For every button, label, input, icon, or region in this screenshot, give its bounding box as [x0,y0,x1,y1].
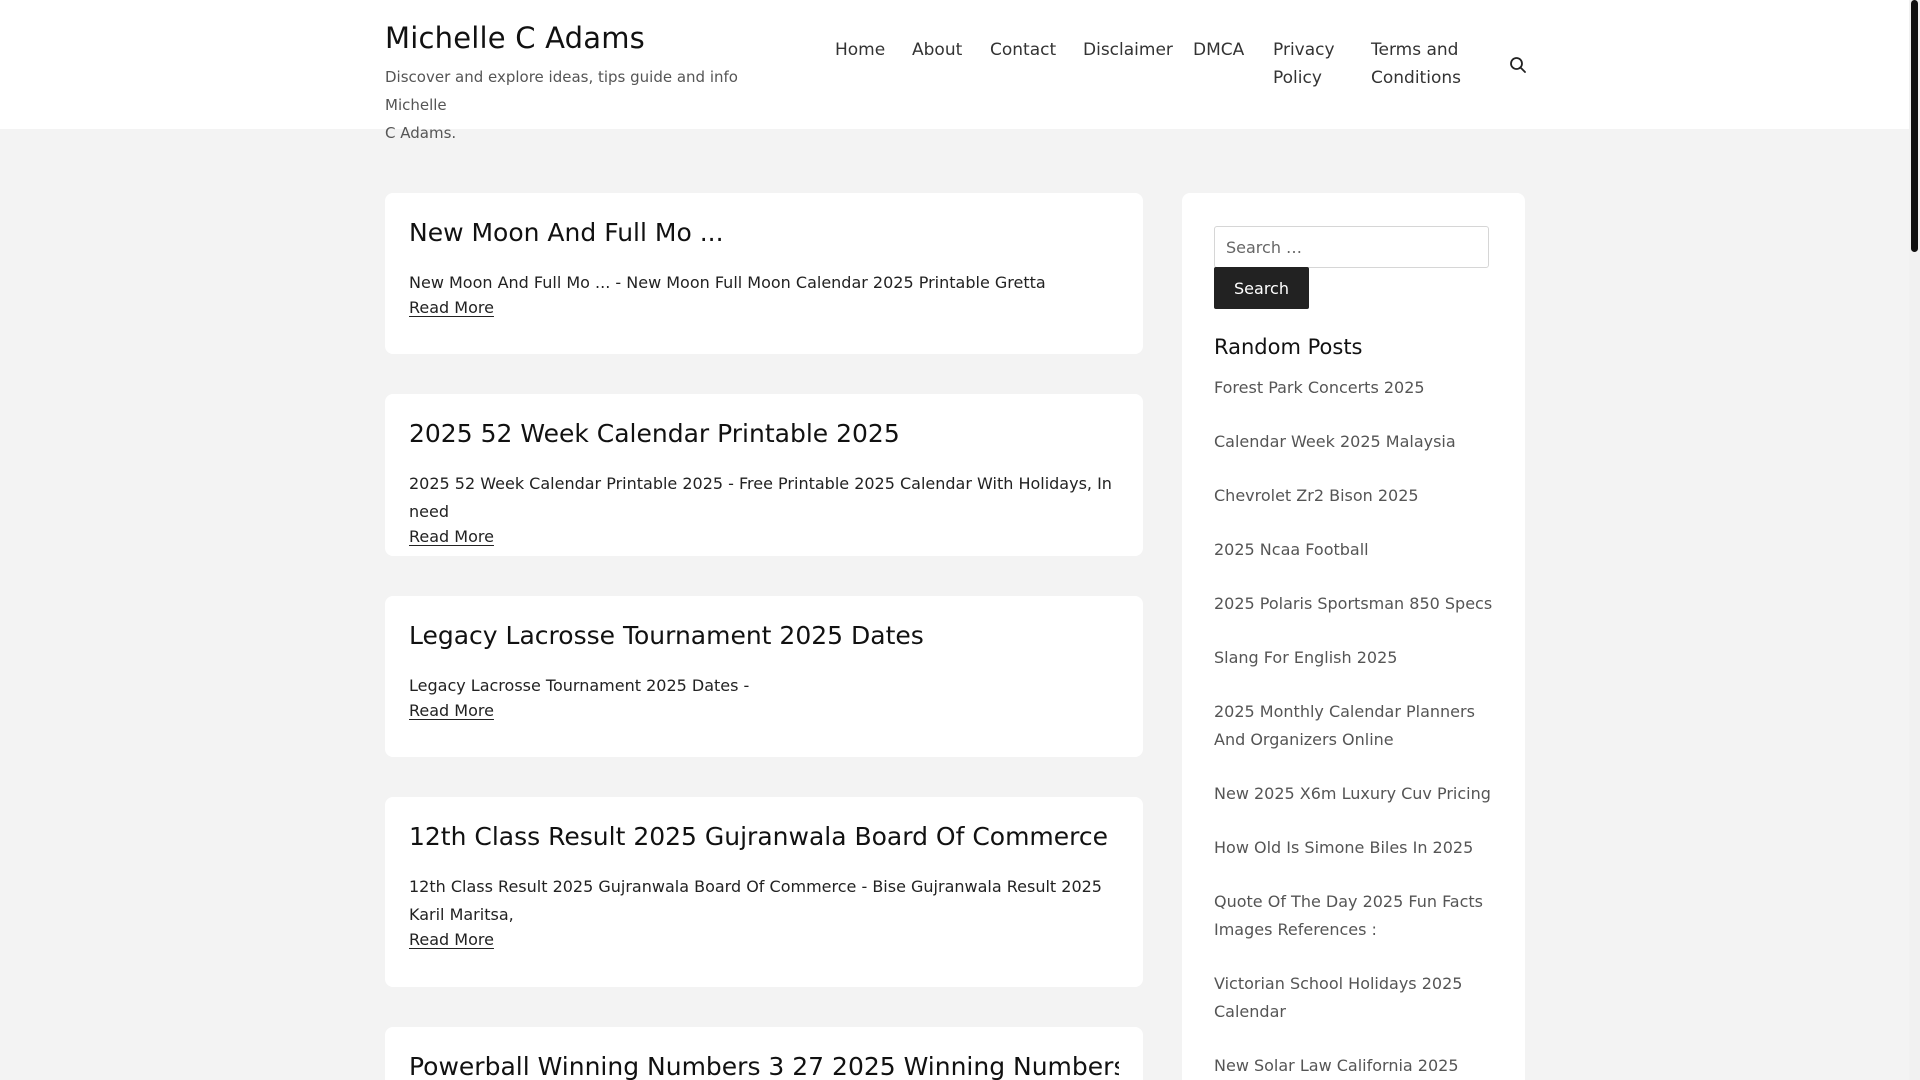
post-title[interactable]: 12th Class Result 2025 Gujranwala Board … [409,819,1119,855]
nav-privacy-policy[interactable]: Privacy Policy [1273,36,1335,92]
site-title[interactable]: Michelle C Adams [385,18,795,58]
nav-privacy-line2: Policy [1273,68,1322,88]
nav-terms-and-conditions[interactable]: Terms and Conditions [1371,36,1461,92]
page: Michelle C Adams Discover and explore id… [0,0,1920,1080]
read-more-link[interactable]: Read More [409,297,494,319]
search-input[interactable] [1214,226,1489,268]
header-search-button[interactable] [1507,54,1529,76]
post-card: Powerball Winning Numbers 3 27 2025 Winn… [385,1027,1143,1080]
read-more-link[interactable]: Read More [409,700,494,722]
random-post-link[interactable]: Victorian School Holidays 2025 Calendar [1214,970,1504,1026]
nav-disclaimer[interactable]: Disclaimer [1083,36,1173,64]
random-posts-heading: Random Posts [1214,335,1363,359]
post-card: 12th Class Result 2025 Gujranwala Board … [385,797,1143,987]
random-post-link[interactable]: Quote Of The Day 2025 Fun Facts Images R… [1214,888,1504,944]
random-post-link[interactable]: How Old Is Simone Biles In 2025 [1214,834,1504,862]
post-title[interactable]: Legacy Lacrosse Tournament 2025 Dates [409,618,1119,654]
post-excerpt: New Moon And Full Mo ... - New Moon Full… [409,273,1046,292]
post-card: 2025 52 Week Calendar Printable 2025 202… [385,394,1143,556]
site-header: Michelle C Adams Discover and explore id… [0,0,1909,142]
site-tagline-line2: C Adams. [385,124,457,142]
post-title[interactable]: New Moon And Full Mo ... [409,215,1119,251]
nav-dmca[interactable]: DMCA [1193,36,1244,64]
random-post-link[interactable]: New 2025 X6m Luxury Cuv Pricing [1214,780,1504,808]
random-post-link[interactable]: New Solar Law California 2025 [1214,1052,1504,1080]
site-tagline-line1: Discover and explore ideas, tips guide a… [385,68,738,114]
nav-terms-line2: Conditions [1371,68,1461,88]
random-posts-list: Forest Park Concerts 2025 Calendar Week … [1214,374,1504,1080]
scrollbar-thumb[interactable] [1911,0,1918,252]
search-submit-button[interactable]: Search [1214,267,1309,309]
post-title[interactable]: Powerball Winning Numbers 3 27 2025 Winn… [409,1049,1119,1080]
site-tagline: Discover and explore ideas, tips guide a… [385,63,795,147]
random-post-link[interactable]: 2025 Polaris Sportsman 850 Specs [1214,590,1504,618]
post-title[interactable]: 2025 52 Week Calendar Printable 2025 [409,416,1119,452]
nav-terms-line1: Terms and [1371,40,1459,60]
sidebar: Search Random Posts Forest Park Concerts… [1182,193,1525,1080]
random-post-link[interactable]: Forest Park Concerts 2025 [1214,374,1504,402]
random-post-link[interactable]: Slang For English 2025 [1214,644,1504,672]
post-card: New Moon And Full Mo ... New Moon And Fu… [385,193,1143,354]
site-branding: Michelle C Adams Discover and explore id… [385,18,795,147]
post-excerpt: Legacy Lacrosse Tournament 2025 Dates - [409,676,750,695]
post-excerpt: 2025 52 Week Calendar Printable 2025 - F… [409,474,1112,521]
search-icon [1510,57,1526,73]
random-post-link[interactable]: 2025 Ncaa Football [1214,536,1504,564]
nav-about[interactable]: About [912,36,962,64]
read-more-link[interactable]: Read More [409,526,494,548]
random-post-link[interactable]: Chevrolet Zr2 Bison 2025 [1214,482,1504,510]
post-excerpt: 12th Class Result 2025 Gujranwala Board … [409,877,1102,924]
page-scrollbar[interactable] [1909,0,1920,1080]
nav-home[interactable]: Home [835,36,885,64]
nav-contact[interactable]: Contact [990,36,1056,64]
post-card: Legacy Lacrosse Tournament 2025 Dates Le… [385,596,1143,757]
random-post-link[interactable]: Calendar Week 2025 Malaysia [1214,428,1504,456]
nav-privacy-line1: Privacy [1273,40,1335,60]
random-post-link[interactable]: 2025 Monthly Calendar Planners And Organ… [1214,698,1504,754]
read-more-link[interactable]: Read More [409,929,494,951]
